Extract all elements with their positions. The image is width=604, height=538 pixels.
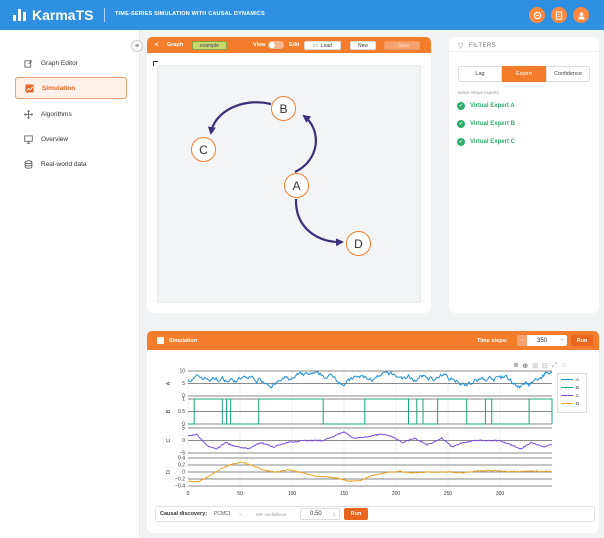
expert-item-b[interactable]: ✓ Virtual Expert B <box>457 120 515 128</box>
method-select[interactable]: PCMCI ⌄ <box>214 509 252 519</box>
expert-item-c[interactable]: ✓ Virtual Expert C <box>457 138 515 146</box>
legend-label: A <box>576 377 580 382</box>
edge-a-d <box>294 198 344 247</box>
legend-label: D <box>576 401 580 406</box>
x-tick-label: 300 <box>496 491 505 497</box>
check-circle-icon: ✓ <box>457 120 465 128</box>
check-circle-icon: ✓ <box>457 138 465 146</box>
y-tick-label: 0.2 <box>178 463 185 469</box>
legend-item-a[interactable]: A <box>561 377 579 382</box>
y-tick-label: 0 <box>182 470 185 476</box>
edge-a-b <box>294 114 317 173</box>
time-steps-value[interactable]: 350 <box>527 338 557 344</box>
y-tick-label: 0.5 <box>178 409 185 415</box>
decrement-button[interactable]: − <box>517 335 527 346</box>
check-circle-icon: ✓ <box>457 102 465 110</box>
x-tick-label: 100 <box>288 491 297 497</box>
expert-label: Virtual Expert C <box>470 139 515 145</box>
time-steps-stepper[interactable]: − 350 + <box>517 335 567 346</box>
expert-label: Virtual Expert A <box>470 103 515 109</box>
legend-item-c[interactable]: C <box>561 393 579 398</box>
expert-item-a[interactable]: ✓ Virtual Expert A <box>457 102 515 110</box>
y-axis-label: D <box>166 470 172 474</box>
graph-node-b[interactable]: B <box>271 96 296 121</box>
y-tick-label: 0.4 <box>178 456 185 462</box>
expert-label: Virtual Expert B <box>470 121 515 127</box>
x-tick-label: 200 <box>392 491 401 497</box>
method-value: PCMCI <box>214 511 231 517</box>
tab-lag[interactable]: Lag <box>458 66 502 82</box>
min-confidence-value: 0.50 <box>310 511 322 517</box>
x-tick-label: 50 <box>237 491 243 497</box>
legend-label: B <box>576 385 580 390</box>
spinner-icon: ⇕ <box>332 511 336 517</box>
y-axis-label: C <box>166 438 172 442</box>
graph-node-d[interactable]: D <box>346 231 371 256</box>
y-axis-label: A <box>166 381 172 385</box>
legend-label: C <box>576 393 580 398</box>
chevron-down-icon: ⌄ <box>238 511 243 517</box>
x-tick-label: 0 <box>187 491 190 497</box>
y-tick-label: 0 <box>182 438 185 444</box>
experts-hint: Select virtual experts <box>457 90 499 95</box>
edge-b-c <box>207 101 272 135</box>
x-tick-label: 250 <box>444 491 453 497</box>
filters-divider <box>449 51 599 52</box>
legend-item-b[interactable]: B <box>561 385 579 390</box>
tab-expert[interactable]: Expert <box>502 66 546 82</box>
chart-legend: A B C D <box>557 373 587 413</box>
y-axis-label: B <box>166 409 172 413</box>
y-tick-label: 1 <box>182 397 185 403</box>
causal-discovery-label: Causal discovery: <box>160 511 208 517</box>
time-series-chart[interactable]: 1050A10.50B50−5C0.40.20−0.2−0.4D0 50 100 15… <box>155 368 555 498</box>
graph-node-a[interactable]: A <box>284 173 309 198</box>
y-tick-label: 5 <box>182 426 185 432</box>
filters-title: FILTERS <box>469 43 497 49</box>
graph-node-c[interactable]: C <box>191 137 216 162</box>
y-tick-label: 5 <box>182 381 185 387</box>
y-tick-label: −0.2 <box>175 477 185 483</box>
home-icon[interactable]: ⌂ <box>561 362 565 370</box>
simulation-title: Simulation <box>169 338 198 344</box>
min-confidence-label: Min confidence <box>256 512 287 517</box>
increment-button[interactable]: + <box>557 335 567 346</box>
causal-run-button[interactable]: Run <box>344 508 368 520</box>
filter-icon: ▽ <box>458 43 464 50</box>
simulate-run-button[interactable]: Run <box>571 335 593 346</box>
x-tick-label: 150 <box>340 491 349 497</box>
y-tick-label: 10 <box>179 369 185 375</box>
tab-confidence[interactable]: Confidence <box>546 66 590 82</box>
chart-icon <box>157 337 164 344</box>
time-steps-label: Time steps: <box>477 338 508 344</box>
y-tick-label: −0.4 <box>175 484 185 490</box>
legend-item-d[interactable]: D <box>561 401 579 406</box>
min-confidence-input[interactable]: 0.50 ⇕ <box>300 508 340 520</box>
